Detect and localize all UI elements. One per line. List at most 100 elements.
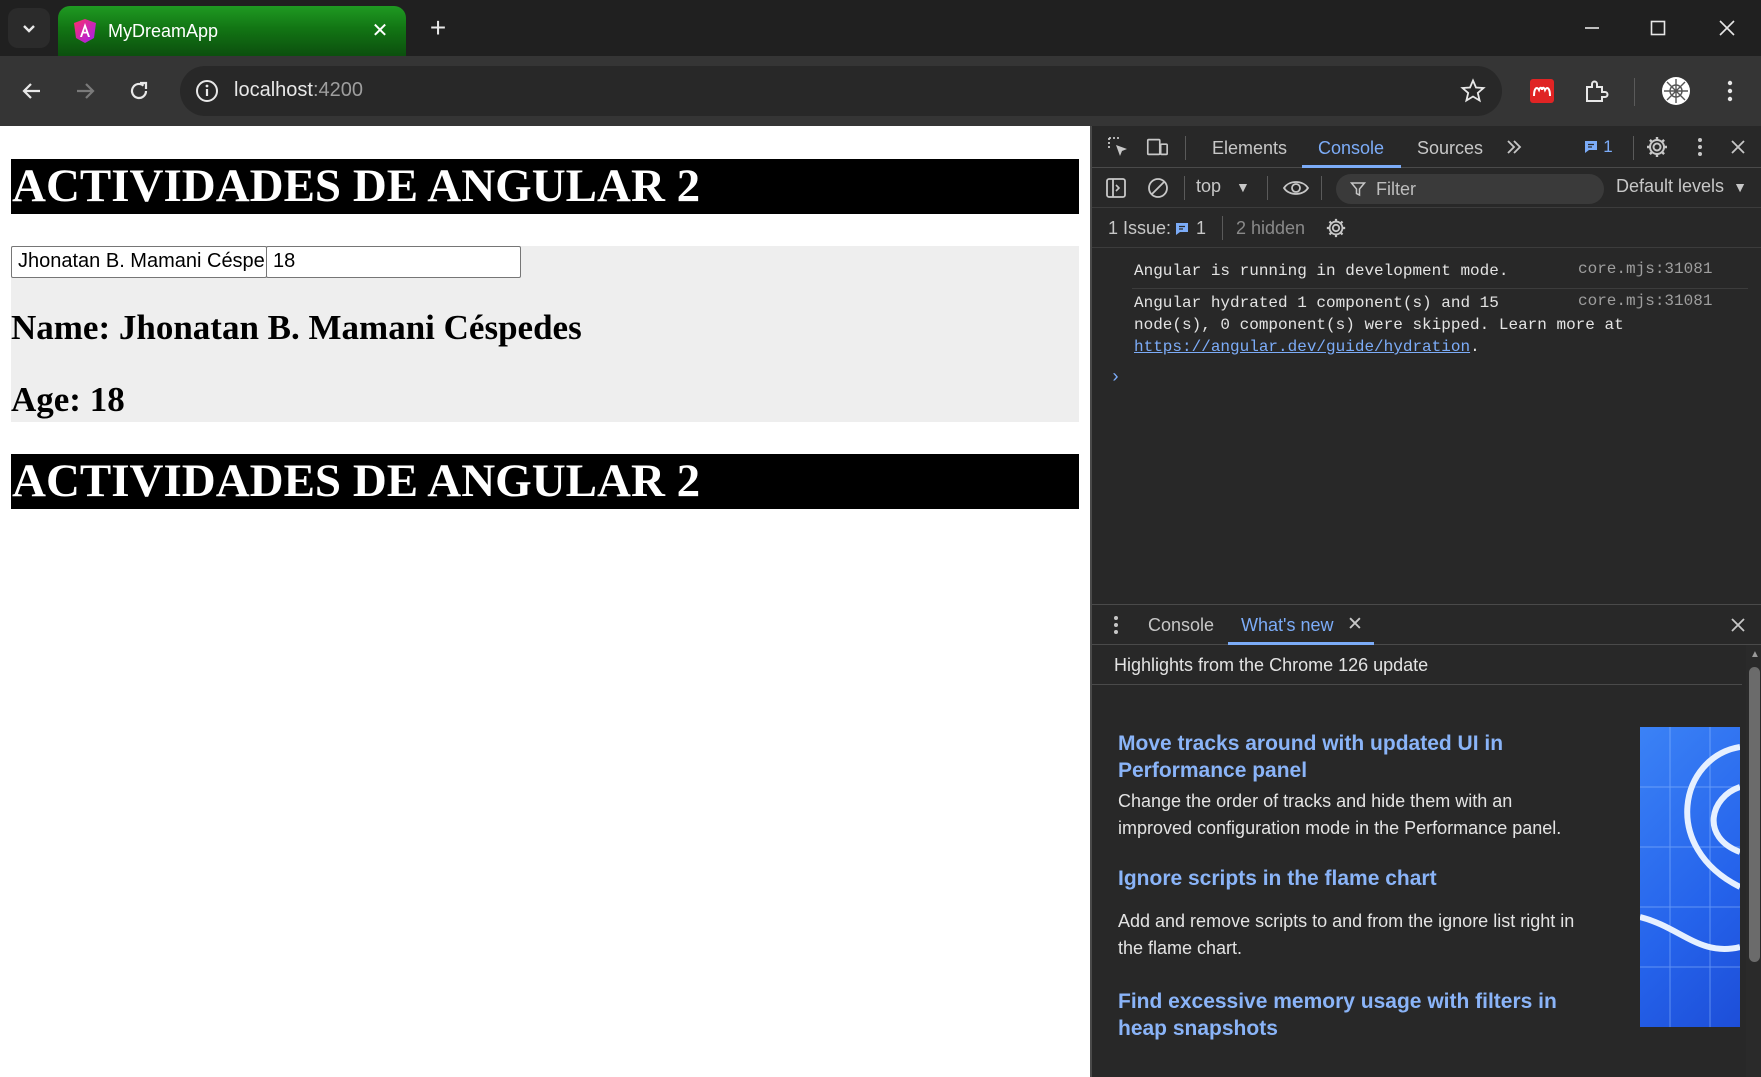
tab-search-button[interactable] xyxy=(8,8,50,48)
toolbar-separator xyxy=(1634,78,1635,106)
context-selector[interactable]: top ▼ xyxy=(1196,176,1250,197)
name-input[interactable]: Jhonatan B. Mamani Céspe xyxy=(11,246,267,278)
double-chevron-right-icon xyxy=(1507,140,1522,154)
console-prompt[interactable]: › xyxy=(1110,368,1121,388)
url-text[interactable]: localhost:4200 xyxy=(234,79,363,102)
maximize-button[interactable] xyxy=(1634,10,1682,46)
gear-icon xyxy=(1326,218,1346,238)
tab-close-icon[interactable]: ✕ xyxy=(368,18,392,42)
devtools-drawer: Console What's new ✕ Highlights from the… xyxy=(1092,604,1761,1077)
more-vert-icon xyxy=(1727,80,1733,102)
close-tab-icon[interactable]: ✕ xyxy=(1347,613,1363,636)
drawer-scrollbar[interactable]: ▲ xyxy=(1746,645,1761,1077)
context-label: top xyxy=(1196,176,1222,196)
message-icon xyxy=(1585,141,1598,153)
age-input[interactable]: 18 xyxy=(266,246,521,278)
close-devtools-button[interactable] xyxy=(1726,135,1750,159)
hidden-issues-label: 2 hidden xyxy=(1236,218,1306,238)
drawer-tab-whats-new[interactable]: What's new xyxy=(1241,615,1333,636)
whats-new-item-title[interactable]: Find excessive memory usage with filters… xyxy=(1118,988,1568,1042)
avatar-icon xyxy=(1662,77,1690,105)
filter-input[interactable]: Filter xyxy=(1336,174,1604,204)
web-page: ACTIVIDADES DE ANGULAR 2 Jhonatan B. Mam… xyxy=(0,126,1090,1077)
scrollbar-thumb[interactable] xyxy=(1749,667,1760,962)
devtools-menu-button[interactable] xyxy=(1688,135,1712,159)
drawer-menu-button[interactable] xyxy=(1104,613,1128,637)
clear-console-button[interactable] xyxy=(1146,176,1170,200)
name-display: Name: Jhonatan B. Mamani Céspedes xyxy=(11,308,582,347)
minimize-button[interactable] xyxy=(1568,10,1616,46)
console-toolbar-separator xyxy=(1184,176,1185,200)
issues-count: 1 xyxy=(1196,218,1207,238)
live-expression-button[interactable] xyxy=(1282,176,1310,200)
console-message: Angular is running in development mode. xyxy=(1134,262,1509,280)
forward-button[interactable] xyxy=(66,72,104,110)
console-message-line: Angular hydrated 1 component(s) and 15 xyxy=(1134,294,1499,312)
close-window-button[interactable] xyxy=(1703,10,1751,46)
extensions-button[interactable] xyxy=(1577,72,1615,110)
url-host: localhost xyxy=(234,79,313,101)
tabbar-separator-2 xyxy=(1633,136,1634,160)
console-message-source[interactable]: core.mjs:31081 xyxy=(1578,292,1712,310)
drawer-tabbar: Console What's new ✕ xyxy=(1092,605,1761,645)
console-toolbar-separator-3 xyxy=(1321,176,1322,200)
hydration-docs-link[interactable]: https://angular.dev/guide/hydration xyxy=(1134,338,1470,356)
filter-icon xyxy=(1350,182,1366,197)
triangle-down-icon: ▼ xyxy=(1236,179,1250,195)
tabbar-separator xyxy=(1185,136,1186,160)
sidebar-icon xyxy=(1106,178,1126,198)
devtools-tabbar: Elements Console Sources 1 xyxy=(1092,126,1761,168)
issues-badge-button[interactable]: 1 xyxy=(1578,135,1618,159)
arrow-left-icon xyxy=(22,83,40,99)
tab-strip: MyDreamApp ✕ + xyxy=(0,0,1761,56)
whats-new-item-title[interactable]: Ignore scripts in the flame chart xyxy=(1118,865,1568,892)
settings-button[interactable] xyxy=(1645,135,1669,159)
console-toolbar: top ▼ Filter Default levels ▼ xyxy=(1092,168,1761,208)
tab-elements[interactable]: Elements xyxy=(1212,138,1287,159)
filter-placeholder: Filter xyxy=(1376,179,1416,199)
devtools-panel: Elements Console Sources 1 top ▼ Filter … xyxy=(1090,126,1761,1077)
arrow-right-icon xyxy=(77,83,95,99)
triangle-down-icon: ▼ xyxy=(1733,179,1747,195)
device-icon xyxy=(1146,138,1168,156)
tab-console[interactable]: Console xyxy=(1318,138,1384,159)
star-icon[interactable] xyxy=(1460,78,1486,104)
browser-tab-active[interactable]: MyDreamApp ✕ xyxy=(58,6,406,56)
reload-button[interactable] xyxy=(120,72,158,110)
issues-settings-button[interactable] xyxy=(1324,216,1348,240)
age-display: Age: 18 xyxy=(11,380,125,419)
drawer-tab-console[interactable]: Console xyxy=(1148,615,1214,636)
chrome-menu-button[interactable] xyxy=(1711,72,1749,110)
page-banner-heading-2: ACTIVIDADES DE ANGULAR 2 xyxy=(11,454,1079,509)
issues-badge-count: 1 xyxy=(1603,137,1613,156)
issues-label: 1 Issue: xyxy=(1108,218,1172,238)
scroll-up-icon[interactable]: ▲ xyxy=(1750,649,1760,660)
block-icon xyxy=(1148,178,1168,198)
info-icon[interactable] xyxy=(194,78,220,104)
new-tab-button[interactable]: + xyxy=(422,12,454,44)
maximize-icon xyxy=(1650,20,1666,36)
console-message-source[interactable]: core.mjs:31081 xyxy=(1578,260,1712,278)
log-levels-dropdown[interactable]: Default levels ▼ xyxy=(1616,176,1747,197)
show-sidebar-button[interactable] xyxy=(1104,176,1128,200)
close-drawer-button[interactable] xyxy=(1726,613,1750,637)
inspect-icon xyxy=(1108,137,1127,156)
console-message: Angular hydrated 1 component(s) and 15 n… xyxy=(1134,292,1624,358)
console-message-line: node(s), 0 component(s) were skipped. Le… xyxy=(1134,316,1624,334)
device-toolbar-button[interactable] xyxy=(1145,135,1169,159)
whats-new-header: Highlights from the Chrome 126 update xyxy=(1092,645,1742,685)
back-button[interactable] xyxy=(13,72,51,110)
inspect-element-button[interactable] xyxy=(1106,135,1130,159)
browser-toolbar: localhost:4200 xyxy=(0,56,1761,126)
page-banner-heading: ACTIVIDADES DE ANGULAR 2 xyxy=(11,159,1079,214)
profile-avatar[interactable] xyxy=(1657,72,1695,110)
more-tabs-button[interactable] xyxy=(1502,135,1526,159)
extension-mendeley-button[interactable] xyxy=(1523,72,1561,110)
issues-bar: 1 Issue: 1 2 hidden xyxy=(1092,208,1761,248)
address-bar[interactable]: localhost:4200 xyxy=(180,66,1502,116)
issues-link[interactable]: 1 xyxy=(1174,218,1206,239)
tab-sources[interactable]: Sources xyxy=(1417,138,1483,159)
reload-icon xyxy=(130,81,148,100)
whats-new-item-title[interactable]: Move tracks around with updated UI in Pe… xyxy=(1118,730,1568,784)
angular-logo-icon xyxy=(74,19,96,43)
